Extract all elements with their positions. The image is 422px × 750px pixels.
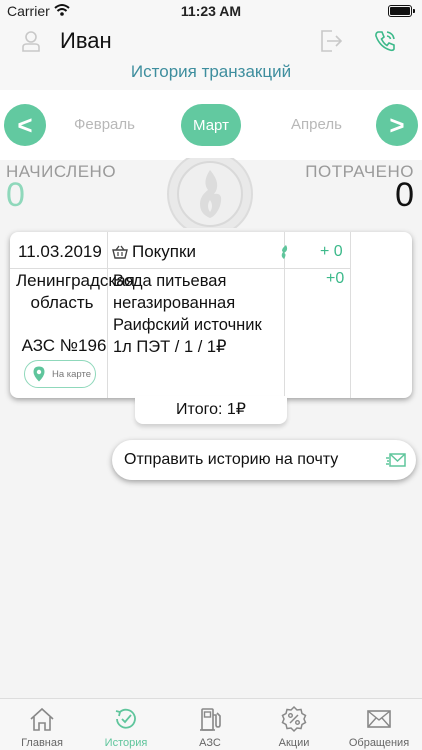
battery-icon [388,5,415,17]
map-pin-icon [33,366,45,382]
logout-icon[interactable] [318,28,344,54]
tab-promotions[interactable]: Акции [252,699,336,750]
home-icon [30,707,54,731]
region-name: Ленинградская область [16,271,135,312]
status-bar: Carrier 11:23 AM [0,0,422,22]
tab-home-label: Главная [21,737,63,749]
discount-icon [281,705,307,733]
month-next[interactable]: Апрель [291,116,342,133]
history-icon [115,708,136,729]
divider [107,232,108,398]
clock: 11:23 AM [180,3,242,19]
credited-value: 0 [6,176,25,214]
tab-history-label: История [104,737,148,749]
transaction-category: Покупки [132,242,196,261]
user-icon[interactable] [20,30,42,52]
tab-promotions-label: Акции [278,737,310,749]
phone-icon[interactable] [372,28,398,54]
show-on-map-button[interactable]: На карте [24,360,96,388]
username: Иван [60,28,112,53]
tab-messages-label: Обращения [348,737,410,749]
tab-messages[interactable]: Обращения [336,699,422,750]
tab-bar: Главная История АЗС Акции Обращения [0,698,422,750]
station-name: АЗС №196 [21,336,107,355]
send-mail-icon [386,453,406,467]
page-title: История транзакций [130,62,292,81]
transaction-card[interactable]: 11.03.2019 Покупки + 0 Ленинградская обл… [10,232,412,398]
coin-flame-icon [167,158,253,228]
tab-history[interactable]: История [84,699,168,750]
month-previous[interactable]: Февраль [74,116,135,133]
product-description: Вода питьевая негазированная Раифский ис… [113,272,262,356]
bonus-total: + 0 [320,243,343,260]
transaction-date: 11.03.2019 [18,242,102,261]
next-month-button[interactable]: > [376,104,418,146]
summary-panel: НАЧИСЛЕНО 0 ПОТРАЧЕНО 0 [0,158,422,230]
prev-month-button[interactable]: < [4,104,46,146]
divider [10,268,350,269]
tab-stations-label: АЗС [199,737,221,749]
send-history-email-button[interactable]: Отправить историю на почту [112,440,416,480]
envelope-icon [367,710,391,728]
tab-home[interactable]: Главная [0,699,84,750]
basket-icon [112,245,128,259]
line-bonus: +0 [326,270,345,287]
bonus-leaf-icon [281,245,288,259]
divider [350,232,351,398]
send-history-label: Отправить историю на почту [124,451,339,468]
map-button-label: На карте [52,368,92,380]
spent-value: 0 [395,176,414,214]
fuel-pump-icon [200,708,221,731]
month-selector: < Февраль Март Апрель > [0,90,422,160]
tab-stations[interactable]: АЗС [168,699,252,750]
month-current[interactable]: Март [181,104,241,146]
transaction-total: Итого: 1₽ [135,396,287,424]
